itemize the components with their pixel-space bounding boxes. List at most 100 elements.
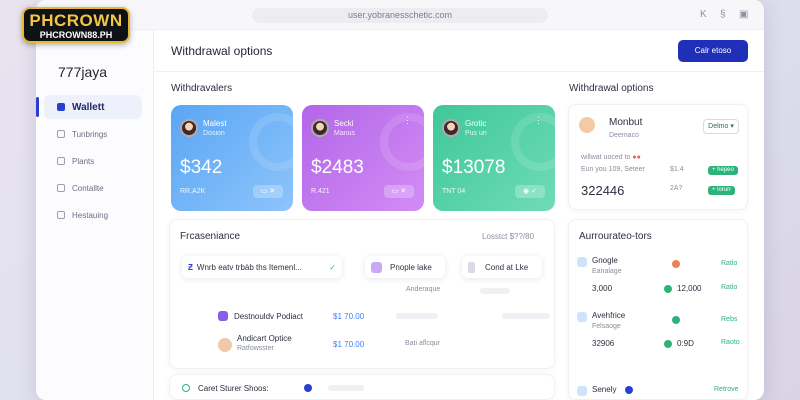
- sidebar-item-label: Hestauing: [72, 210, 109, 220]
- account-value: 12,000: [677, 284, 702, 293]
- row-value: $1 70.00: [333, 340, 365, 349]
- card-holder-sub: Dosion: [203, 130, 225, 137]
- preference-panel: Frcaseniance Losstct $??/80 Ƶ Wnrb eatv …: [169, 219, 555, 369]
- status-icon: [672, 316, 680, 324]
- card-decoration: [249, 113, 293, 171]
- logo-text: PHCROWN: [29, 11, 123, 30]
- placeholder-bar: [480, 288, 510, 294]
- account-status: Retrove: [714, 386, 739, 393]
- active-indicator: [36, 97, 39, 117]
- preference-chip[interactable]: Ƶ Wnrb eatv trbàb ths Itemenl... ✓: [182, 256, 342, 278]
- chip-label: Cond at Lke: [485, 262, 529, 272]
- card-holder-name: Grotic: [465, 119, 487, 128]
- card-holder-sub: Manus: [334, 130, 356, 137]
- withdrawal-options-panel: Monbut Deemaco Delmo ▾ willwat uoced to …: [568, 104, 748, 210]
- account-amount: 32906: [592, 339, 615, 348]
- placeholder-bar: [328, 385, 364, 391]
- card-actions-icon[interactable]: ▭ ✕: [384, 185, 414, 198]
- bottom-card-label: Caret Sturer Shoos:: [198, 384, 269, 393]
- row-value: $1 70.00: [333, 312, 365, 321]
- address-bar[interactable]: user.yobranesschetic.com: [252, 8, 548, 23]
- settings-icon: [57, 211, 65, 219]
- status-icon: [664, 285, 672, 293]
- avatar: [311, 119, 329, 137]
- window-control-icon[interactable]: ▣: [739, 9, 748, 20]
- sidebar-item-contallte[interactable]: Contallte: [44, 176, 142, 200]
- row-label: Andicart Optice: [237, 334, 292, 343]
- wallet-card[interactable]: ⋮ Grotic Pus un $13078 TNT 04 ◉ ✓: [433, 105, 555, 211]
- logo-subtext: PHCROWN88.PH: [39, 30, 113, 40]
- row-sub-label: Ratfowsster: [237, 345, 274, 352]
- site-logo[interactable]: PHCROWN PHCROWN88.PH: [22, 7, 130, 43]
- chip-label: Wnrb eatv trbàb ths Itemenl...: [196, 262, 302, 272]
- account-status-top: Rebs: [721, 316, 738, 323]
- preference-chip[interactable]: Cond at Lke: [462, 256, 542, 278]
- meta-text: willwat uoced to: [581, 154, 631, 161]
- condition-icon: [468, 261, 475, 273]
- sidebar-item-label: Contallte: [72, 183, 104, 193]
- option-select[interactable]: Delmo ▾: [703, 119, 739, 134]
- option-meta: willwat uoced to ●●: [581, 154, 641, 161]
- placeholder-bar: [502, 313, 550, 319]
- sidebar: 777jaya Wallett Tunbrings Plants Contall…: [36, 30, 154, 400]
- menu-control-icon[interactable]: §: [720, 9, 726, 20]
- option-value-1: $1.4: [670, 166, 684, 173]
- contact-icon: [57, 184, 65, 192]
- avatar: [579, 117, 595, 133]
- panel-title: Aurrourateo-tors: [579, 231, 652, 242]
- arrow-icon: [577, 386, 587, 396]
- more-icon[interactable]: ⋮: [534, 115, 543, 126]
- preference-chip[interactable]: Pnople lake: [365, 256, 445, 278]
- emoji-icons: ●●: [632, 154, 641, 161]
- card-actions-icon[interactable]: ▭ ✕: [253, 185, 283, 198]
- check-icon: [577, 312, 587, 322]
- section-title-withdrawal-options: Withdrawal options: [569, 83, 654, 94]
- page-header: Withdrawal options Calr etoso: [154, 30, 764, 72]
- panel-summary: Losstct $??/80: [482, 232, 535, 241]
- primary-action-button[interactable]: Calr etoso: [678, 40, 748, 62]
- account-sub: Eanalage: [592, 268, 622, 275]
- radio-icon[interactable]: [182, 384, 190, 392]
- option-meta-2: Eun you 109, Seteer: [581, 166, 645, 173]
- browser-bar: user.yobranesschetic.com K § ▣: [36, 0, 764, 30]
- sidebar-item-plants[interactable]: Plants: [44, 149, 142, 173]
- check-icon: ✓: [329, 262, 336, 272]
- account-amount: 3,000: [592, 284, 613, 293]
- select-value: Delmo: [708, 123, 729, 130]
- people-icon: [371, 261, 382, 273]
- sidebar-item-hestauing[interactable]: Hestauing: [44, 203, 142, 227]
- status-icon: [672, 260, 680, 268]
- grid-icon: [57, 130, 65, 138]
- back-control-icon[interactable]: K: [700, 9, 707, 20]
- status-icon: [625, 386, 633, 394]
- account-sub: Felsaoge: [592, 323, 621, 330]
- sidebar-item-tunbrings[interactable]: Tunbrings: [44, 122, 142, 146]
- sidebar-item-label: Plants: [72, 156, 95, 166]
- card-decoration: [380, 113, 424, 171]
- brand-icon: Ƶ: [188, 262, 193, 272]
- option-sub: Deemaco: [609, 132, 639, 139]
- account-status-top: Ratio: [721, 260, 738, 267]
- wallet-card[interactable]: Malest Dosion $342 RR.A2K ▭ ✕: [171, 105, 293, 211]
- account-status: Raoto: [721, 339, 740, 346]
- status-icon: [664, 340, 672, 348]
- card-footer-code: RR.A2K: [180, 188, 206, 195]
- card-footer-code: TNT 04: [442, 188, 466, 195]
- row-label: Destnouldv Podiact: [234, 312, 303, 321]
- account-name: Avehfrice: [592, 311, 626, 320]
- row-extra: Bati aflcqur: [405, 340, 441, 347]
- sidebar-item-label: Wallett: [72, 101, 105, 113]
- card-decoration: [511, 113, 555, 171]
- card-holder-sub: Pus un: [465, 130, 487, 137]
- option-name: Monbut: [609, 117, 643, 128]
- card-holder-name: Secki: [334, 119, 354, 128]
- sidebar-item-wallet[interactable]: Wallett: [44, 95, 142, 119]
- card-footer-code: R.421: [311, 188, 330, 195]
- more-icon[interactable]: ⋮: [403, 115, 412, 126]
- sidebar-item-label: Tunbrings: [72, 129, 108, 139]
- avatar: [180, 119, 198, 137]
- wallet-card[interactable]: ⋮ Secki Manus $2483 R.421 ▭ ✕: [302, 105, 424, 211]
- card-actions-icon[interactable]: ◉ ✓: [515, 185, 545, 198]
- chip-sub-label: Anderaque: [406, 286, 441, 293]
- accounts-panel: Aurrourateo-tors Gnogle Eanalage Ratio 3…: [568, 219, 748, 400]
